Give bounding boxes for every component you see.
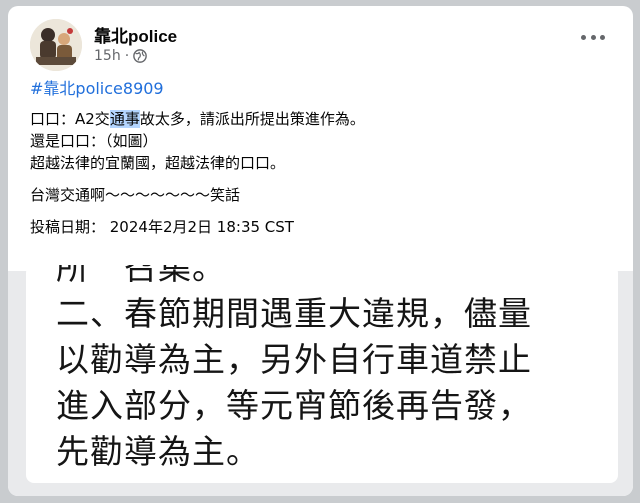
image-text-line-2: 以勸導為主，另外自行車道禁止 (56, 340, 532, 379)
post-card: 靠北police 15h · #靠北police8909 口口：A2交通事故太多… (8, 6, 633, 496)
post-meta: 15h · (94, 48, 147, 64)
more-options-icon[interactable] (581, 30, 605, 44)
image-text-line-3: 進入部分，等元宵節後再告發， (56, 386, 532, 425)
line1-suffix: 故太多，請派出所提出策進作為。 (139, 110, 365, 128)
avatar-image (30, 19, 82, 71)
image-text-line-4: 先勸導為主。 (56, 432, 260, 471)
selected-text: 通事 (109, 110, 140, 128)
post-line-1: 口口：A2交通事故太多，請派出所提出策進作為。 (30, 108, 610, 130)
meta-dot: · (124, 48, 130, 64)
post-line-2: 還是口口：（如圖） (30, 132, 158, 150)
author-name[interactable]: 靠北police (94, 22, 177, 47)
post-body: #靠北police8909 口口：A2交通事故太多，請派出所提出策進作為。 還是… (30, 78, 610, 238)
post-header: 靠北police 15h · (8, 6, 633, 82)
post-image[interactable]: 所 召集。 二、春節期間遇重大違規，儘量 以勸導為主，另外自行車道禁止 進入部分… (8, 265, 633, 496)
line1-prefix: 口口：A2交 (30, 110, 110, 128)
globe-icon[interactable] (133, 49, 147, 63)
post-line-4: 台灣交通啊～～～～～～～笑話 (30, 186, 241, 204)
image-text-line-1: 二、春節期間遇重大違規，儘量 (56, 294, 532, 333)
post-time[interactable]: 15h (94, 48, 121, 64)
post-date-line: 投稿日期： 2024年2月2日 18:35 CST (30, 218, 294, 236)
document-image: 所 召集。 二、春節期間遇重大違規，儘量 以勸導為主，另外自行車道禁止 進入部分… (26, 265, 618, 483)
post-line-3: 超越法律的宜蘭國，超越法律的口口。 (30, 154, 286, 172)
image-text-clipped: 所 召集。 (56, 265, 226, 287)
hashtag-link[interactable]: #靠北police8909 (30, 78, 610, 100)
avatar[interactable] (30, 19, 82, 71)
